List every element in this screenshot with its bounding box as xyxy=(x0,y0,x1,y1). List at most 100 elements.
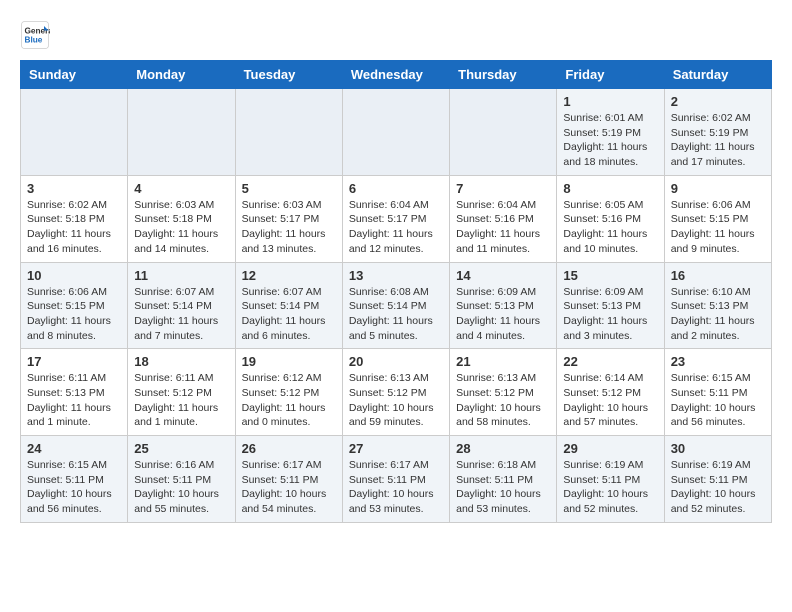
calendar-cell: 13 Sunrise: 6:08 AMSunset: 5:14 PMDayligh… xyxy=(342,262,449,349)
day-header-tuesday: Tuesday xyxy=(235,61,342,89)
calendar-cell: 15 Sunrise: 6:09 AMSunset: 5:13 PMDayligh… xyxy=(557,262,664,349)
day-number: 13 xyxy=(349,268,443,283)
svg-text:General: General xyxy=(25,27,51,36)
calendar-cell: 3Sunrise: 6:02 AMSunset: 5:18 PMDaylight… xyxy=(21,175,128,262)
day-number: 19 xyxy=(242,354,336,369)
calendar-cell: 22 Sunrise: 6:14 AMSunset: 5:12 PMDayligh… xyxy=(557,349,664,436)
day-number: 11 xyxy=(134,268,228,283)
calendar-cell: 21 Sunrise: 6:13 AMSunset: 5:12 PMDayligh… xyxy=(450,349,557,436)
day-number: 24 xyxy=(27,441,121,456)
day-number: 12 xyxy=(242,268,336,283)
day-info: Sunrise: 6:10 AMSunset: 5:13 PMDaylight:… xyxy=(671,285,765,344)
day-info: Sunrise: 6:13 AMSunset: 5:12 PMDaylight:… xyxy=(349,371,443,430)
day-info: Sunrise: 6:12 AMSunset: 5:12 PMDaylight:… xyxy=(242,371,336,430)
calendar-week-row: 3Sunrise: 6:02 AMSunset: 5:18 PMDaylight… xyxy=(21,175,772,262)
day-info: Sunrise: 6:08 AMSunset: 5:14 PMDaylight:… xyxy=(349,285,443,344)
day-info: Sunrise: 6:03 AMSunset: 5:17 PMDaylight:… xyxy=(242,198,336,257)
day-info: Sunrise: 6:02 AMSunset: 5:19 PMDaylight:… xyxy=(671,111,765,170)
calendar-cell: 25 Sunrise: 6:16 AMSunset: 5:11 PMDayligh… xyxy=(128,436,235,523)
day-info: Sunrise: 6:01 AMSunset: 5:19 PMDaylight:… xyxy=(563,111,657,170)
calendar-cell: 5 Sunrise: 6:03 AMSunset: 5:17 PMDaylight… xyxy=(235,175,342,262)
day-number: 15 xyxy=(563,268,657,283)
day-number: 4 xyxy=(134,181,228,196)
day-info: Sunrise: 6:06 AMSunset: 5:15 PMDaylight:… xyxy=(27,285,121,344)
day-number: 14 xyxy=(456,268,550,283)
day-info: Sunrise: 6:13 AMSunset: 5:12 PMDaylight:… xyxy=(456,371,550,430)
day-number: 2 xyxy=(671,94,765,109)
day-number: 21 xyxy=(456,354,550,369)
calendar-cell: 24 Sunrise: 6:15 AMSunset: 5:11 PMDayligh… xyxy=(21,436,128,523)
calendar-cell: 8 Sunrise: 6:05 AMSunset: 5:16 PMDaylight… xyxy=(557,175,664,262)
day-number: 7 xyxy=(456,181,550,196)
day-number: 30 xyxy=(671,441,765,456)
calendar-cell: 26 Sunrise: 6:17 AMSunset: 5:11 PMDayligh… xyxy=(235,436,342,523)
day-info: Sunrise: 6:09 AMSunset: 5:13 PMDaylight:… xyxy=(563,285,657,344)
calendar-week-row: 17Sunrise: 6:11 AMSunset: 5:13 PMDayligh… xyxy=(21,349,772,436)
calendar-week-row: 10 Sunrise: 6:06 AMSunset: 5:15 PMDayligh… xyxy=(21,262,772,349)
day-info: Sunrise: 6:16 AMSunset: 5:11 PMDaylight:… xyxy=(134,458,228,517)
day-number: 23 xyxy=(671,354,765,369)
day-number: 1 xyxy=(563,94,657,109)
calendar-cell: 1 Sunrise: 6:01 AMSunset: 5:19 PMDaylight… xyxy=(557,89,664,176)
calendar-week-row: 1 Sunrise: 6:01 AMSunset: 5:19 PMDaylight… xyxy=(21,89,772,176)
calendar-cell: 2 Sunrise: 6:02 AMSunset: 5:19 PMDaylight… xyxy=(664,89,771,176)
day-number: 18 xyxy=(134,354,228,369)
day-info: Sunrise: 6:02 AMSunset: 5:18 PMDaylight:… xyxy=(27,198,121,257)
calendar-cell xyxy=(450,89,557,176)
calendar-week-row: 24 Sunrise: 6:15 AMSunset: 5:11 PMDayligh… xyxy=(21,436,772,523)
day-info: Sunrise: 6:04 AMSunset: 5:17 PMDaylight:… xyxy=(349,198,443,257)
day-info: Sunrise: 6:17 AMSunset: 5:11 PMDaylight:… xyxy=(349,458,443,517)
day-header-wednesday: Wednesday xyxy=(342,61,449,89)
calendar-cell: 14 Sunrise: 6:09 AMSunset: 5:13 PMDayligh… xyxy=(450,262,557,349)
day-header-sunday: Sunday xyxy=(21,61,128,89)
day-info: Sunrise: 6:05 AMSunset: 5:16 PMDaylight:… xyxy=(563,198,657,257)
calendar-cell: 6 Sunrise: 6:04 AMSunset: 5:17 PMDaylight… xyxy=(342,175,449,262)
calendar-cell: 23 Sunrise: 6:15 AMSunset: 5:11 PMDayligh… xyxy=(664,349,771,436)
logo: General Blue xyxy=(20,20,54,50)
calendar-cell: 7Sunrise: 6:04 AMSunset: 5:16 PMDaylight… xyxy=(450,175,557,262)
day-info: Sunrise: 6:11 AMSunset: 5:12 PMDaylight:… xyxy=(134,371,228,430)
day-header-saturday: Saturday xyxy=(664,61,771,89)
calendar-cell: 28Sunrise: 6:18 AMSunset: 5:11 PMDayligh… xyxy=(450,436,557,523)
day-number: 5 xyxy=(242,181,336,196)
day-number: 16 xyxy=(671,268,765,283)
day-info: Sunrise: 6:07 AMSunset: 5:14 PMDaylight:… xyxy=(242,285,336,344)
calendar-cell: 11 Sunrise: 6:07 AMSunset: 5:14 PMDayligh… xyxy=(128,262,235,349)
calendar-cell: 29Sunrise: 6:19 AMSunset: 5:11 PMDayligh… xyxy=(557,436,664,523)
calendar-cell: 9 Sunrise: 6:06 AMSunset: 5:15 PMDaylight… xyxy=(664,175,771,262)
logo-icon: General Blue xyxy=(20,20,50,50)
day-info: Sunrise: 6:09 AMSunset: 5:13 PMDaylight:… xyxy=(456,285,550,344)
day-number: 22 xyxy=(563,354,657,369)
day-info: Sunrise: 6:17 AMSunset: 5:11 PMDaylight:… xyxy=(242,458,336,517)
day-header-monday: Monday xyxy=(128,61,235,89)
day-number: 28 xyxy=(456,441,550,456)
day-number: 6 xyxy=(349,181,443,196)
calendar-cell xyxy=(128,89,235,176)
day-number: 8 xyxy=(563,181,657,196)
day-info: Sunrise: 6:19 AMSunset: 5:11 PMDaylight:… xyxy=(671,458,765,517)
calendar-table: SundayMondayTuesdayWednesdayThursdayFrid… xyxy=(20,60,772,523)
calendar-cell: 12 Sunrise: 6:07 AMSunset: 5:14 PMDayligh… xyxy=(235,262,342,349)
day-number: 25 xyxy=(134,441,228,456)
day-info: Sunrise: 6:14 AMSunset: 5:12 PMDaylight:… xyxy=(563,371,657,430)
calendar-header-row: SundayMondayTuesdayWednesdayThursdayFrid… xyxy=(21,61,772,89)
day-number: 10 xyxy=(27,268,121,283)
day-info: Sunrise: 6:07 AMSunset: 5:14 PMDaylight:… xyxy=(134,285,228,344)
calendar-cell: 16 Sunrise: 6:10 AMSunset: 5:13 PMDayligh… xyxy=(664,262,771,349)
day-info: Sunrise: 6:15 AMSunset: 5:11 PMDaylight:… xyxy=(671,371,765,430)
calendar-cell: 27Sunrise: 6:17 AMSunset: 5:11 PMDayligh… xyxy=(342,436,449,523)
day-number: 17 xyxy=(27,354,121,369)
day-number: 29 xyxy=(563,441,657,456)
calendar-cell: 17Sunrise: 6:11 AMSunset: 5:13 PMDayligh… xyxy=(21,349,128,436)
day-info: Sunrise: 6:06 AMSunset: 5:15 PMDaylight:… xyxy=(671,198,765,257)
calendar-cell xyxy=(235,89,342,176)
calendar-cell: 10 Sunrise: 6:06 AMSunset: 5:15 PMDayligh… xyxy=(21,262,128,349)
day-number: 9 xyxy=(671,181,765,196)
calendar-cell: 19 Sunrise: 6:12 AMSunset: 5:12 PMDayligh… xyxy=(235,349,342,436)
page-header: General Blue xyxy=(20,20,772,50)
day-number: 26 xyxy=(242,441,336,456)
calendar-cell: 20Sunrise: 6:13 AMSunset: 5:12 PMDayligh… xyxy=(342,349,449,436)
day-header-thursday: Thursday xyxy=(450,61,557,89)
day-info: Sunrise: 6:15 AMSunset: 5:11 PMDaylight:… xyxy=(27,458,121,517)
calendar-cell xyxy=(342,89,449,176)
